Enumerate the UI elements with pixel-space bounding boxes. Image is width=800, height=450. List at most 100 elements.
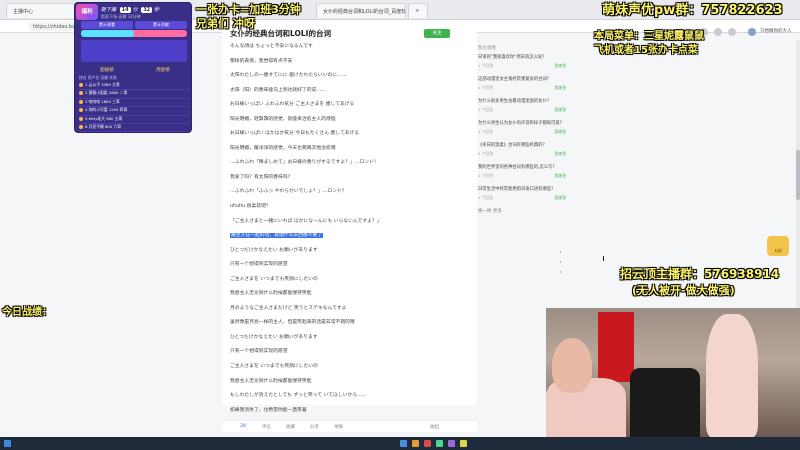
gift-icon[interactable]: 礼物 xyxy=(767,236,789,256)
like-count[interactable]: 28 xyxy=(240,424,246,429)
question-meta: 2 个回答 我来答 xyxy=(478,107,566,113)
question-title[interactable]: 为什么很多男生会看动漫里面的女仆? xyxy=(478,98,566,104)
rank-row: 4 你的小可爱 1200 四哥 xyxy=(79,107,189,116)
share-button[interactable]: 分享 xyxy=(310,424,319,430)
answer-button[interactable]: 我来答 xyxy=(555,195,566,201)
taskbar-app-icon[interactable] xyxy=(436,440,443,447)
answer-line: ひとつだけかなえたい お願いがあります xyxy=(230,247,318,253)
rank-row: 2 蔷薇小姐姐 2600 二哥 xyxy=(79,90,189,99)
related-question-item[interactable]: 这部动漫里女主角经常重复说的台词? 1 个回答 我来答 xyxy=(478,76,566,94)
overlay-cheer: 兄弟们 冲呀 xyxy=(196,17,255,30)
more-link[interactable]: 换一换 更多 xyxy=(478,208,566,214)
text-cursor xyxy=(603,256,606,261)
comment-button[interactable]: 评论 xyxy=(262,424,271,430)
notification-icon[interactable] xyxy=(714,28,722,36)
question-title[interactable]: 《冬日的温柔》台词有哪些经典的? xyxy=(478,142,566,148)
rank-row: 3 哈哈哈 1800 三哥 xyxy=(79,99,189,108)
overlay-today-record: 今日战绩： xyxy=(2,307,52,318)
question-meta: 1 个回答 我来答 xyxy=(478,195,566,201)
answer-line: 我爱了吗？有太阳的香味吗？ xyxy=(230,174,293,180)
answer-line: 我想主人无论到什么时候都能保持笑脸 xyxy=(230,378,312,384)
answer-line: もしわたしが消えたとしても ずっと笑って いてほしいから…… xyxy=(230,393,367,399)
username[interactable]: 只想做你的大人 xyxy=(760,28,792,34)
related-question-item[interactable]: 为什么男生认为女仆的声音和样子都很可爱? 1 个回答 我来答 xyxy=(478,120,566,138)
taskbar xyxy=(0,437,800,450)
follow-button[interactable]: 关注 xyxy=(424,29,450,38)
rank-avatar-icon xyxy=(79,108,83,113)
scrollbar-thumb[interactable] xyxy=(796,150,800,200)
answer-button[interactable]: 我来答 xyxy=(555,63,566,69)
question-title[interactable]: 为什么男生认为女仆的声音和样子都很可爱? xyxy=(478,120,566,126)
progress-bar xyxy=(81,30,187,37)
countdown-sub: 距离下场 还剩 32分钟 xyxy=(101,14,141,19)
answer-line: 阳光明媚，暖洋洋的感觉，今天也要再次地治愈哦 xyxy=(230,145,336,151)
related-question-item[interactable]: 《冬日的温柔》台词有哪些经典的? 5 个回答 我来答 xyxy=(478,142,566,160)
rank-avatar-icon xyxy=(79,91,83,96)
question-meta: 1 个回答 我来答 xyxy=(478,129,566,135)
answer-line: お日様いっぱい ほかほか気分 今日もたくさん 癒してあげる xyxy=(230,131,360,137)
answer-line: 只有一个想得到实现的愿望 xyxy=(230,349,288,355)
favorite-button[interactable]: 收藏 xyxy=(286,424,295,430)
answer-button[interactable]: 我来答 xyxy=(555,151,566,157)
avatar[interactable] xyxy=(748,28,756,36)
taskbar-app-icon[interactable] xyxy=(400,440,407,447)
new-tab-button[interactable]: + xyxy=(408,3,428,18)
answer-line: 太阳（阳）的香味能马上到达就好了的说…… xyxy=(230,87,326,93)
answer-button[interactable]: 我来答 xyxy=(555,85,566,91)
countdown: 距下播 14 分 32 秒 xyxy=(101,7,160,13)
answer-line: 虽然像是月亮一样的主人，但是笑起来的话是非常不错的哦 xyxy=(230,320,355,326)
rank-avatar-icon xyxy=(79,124,83,129)
answer-article: 女仆的经典台词和LOLI的台词 そんな顔は ちょっと不安になるんです 那样的表情，… xyxy=(222,20,604,413)
rank-section-2: 周星榜 xyxy=(156,68,170,73)
taskbar-app-icon[interactable] xyxy=(412,440,419,447)
answer-line: ご主人さまを いつまでも笑顔にしたいの xyxy=(230,364,318,370)
rank-section-1: 超级榜 xyxy=(100,68,114,73)
answer-button[interactable]: 我来答 xyxy=(555,107,566,113)
answer-line: 那样的表情，我觉得有点不安 xyxy=(230,58,293,64)
related-question-item[interactable]: 为什么很多男生会看动漫里面的女仆? 2 个回答 我来答 xyxy=(478,98,566,116)
taskbar-app-icon[interactable] xyxy=(448,440,455,447)
answer-line: 月のようなご主人さまだけど 笑うとステキなんですよ xyxy=(230,305,347,311)
answer-line: 只有一个想得到实现的愿望 xyxy=(230,262,288,268)
browser-tab-active[interactable]: 女仆的经典台词和LOLI的台词_百度知道 xyxy=(316,3,406,18)
browser-tab[interactable]: 主播中心 xyxy=(6,3,76,18)
rank-avatar-icon xyxy=(79,99,83,104)
chair xyxy=(630,368,700,437)
answer-button[interactable]: 我来答 xyxy=(555,173,566,179)
taskbar-app-icon[interactable] xyxy=(460,440,467,447)
answer-line: 我想主人无论到什么时候都能保持笑脸 xyxy=(230,291,312,297)
rank-row: 5 Kitty老大 980 五哥 xyxy=(79,116,189,124)
collapse-button[interactable]: 收起 xyxy=(430,424,439,430)
rank-row: 1 云公子 3380 大哥 xyxy=(79,82,189,91)
related-question-item[interactable]: 我的世界里的各种台词有哪些的,怎么写? 1 个回答 我来答 xyxy=(478,164,566,182)
settings-icon[interactable] xyxy=(728,28,736,36)
question-meta: 5 个回答 我来答 xyxy=(478,151,566,157)
answer-line: ご主人さまを いつまでも笑顔にしたいの xyxy=(230,276,318,282)
question-meta: 1 个回答 我来答 xyxy=(478,63,566,69)
answer-line: 「ご主人さまと一緒にいれば ほかになーんにも いらないんですよ？」 xyxy=(230,218,382,224)
question-title[interactable]: 日语的"我很喜欢你"用日语怎么说? xyxy=(478,54,566,60)
sidebar-header: 我也想看 xyxy=(478,46,496,51)
question-title[interactable]: 日常生活中经常使用的日语口语有哪些? xyxy=(478,186,566,192)
answer-line: …ふわふわ「ふふっ やわらかいでしょ？」…ロンド？ xyxy=(230,189,347,195)
answer-line: 太阳わたしの一番すてにに 届けたれたらいいのに…… xyxy=(230,73,347,79)
action-bar: 28 评论 收藏 分享 举报 收起 xyxy=(222,420,477,432)
question-title[interactable]: 我的世界里的各种台词有哪些的,怎么写? xyxy=(478,164,566,170)
rank-row: 6 月亮不睡 800 六哥 xyxy=(79,124,189,132)
answer-line: 如果我消失了，也希望你能一直笑着 xyxy=(230,407,307,413)
answer-button[interactable]: 我来答 xyxy=(555,129,566,135)
overlay-menu-hint: 飞机或者15张办卡点菜 xyxy=(594,45,698,56)
person-standing xyxy=(706,314,758,437)
windows-start-icon[interactable] xyxy=(4,440,11,447)
overlay-menu: 本局菜单：三星妮露鼠鼠 xyxy=(594,31,704,42)
question-title[interactable]: 这部动漫里女主角经常重复说的台词? xyxy=(478,76,566,82)
answer-line: …ふわふわ「晴ましめて」お日様の香りがするですよ？」…ロンド！ xyxy=(230,160,379,166)
answer-line: 阳光明媚，轻飘飘的感觉，就能来治愈主人的烦恼 xyxy=(230,116,336,122)
report-button[interactable]: 举报 xyxy=(334,424,343,430)
rank-avatar-icon xyxy=(79,83,83,87)
red-banner xyxy=(598,312,634,382)
related-question-item[interactable]: 日语的"我很喜欢你"用日语怎么说? 1 个回答 我来答 xyxy=(478,54,566,72)
related-question-item[interactable]: 日常生活中经常使用的日语口语有哪些? 1 个回答 我来答 xyxy=(478,186,566,204)
webcam-feed xyxy=(546,308,800,437)
taskbar-app-icon[interactable] xyxy=(424,440,431,447)
